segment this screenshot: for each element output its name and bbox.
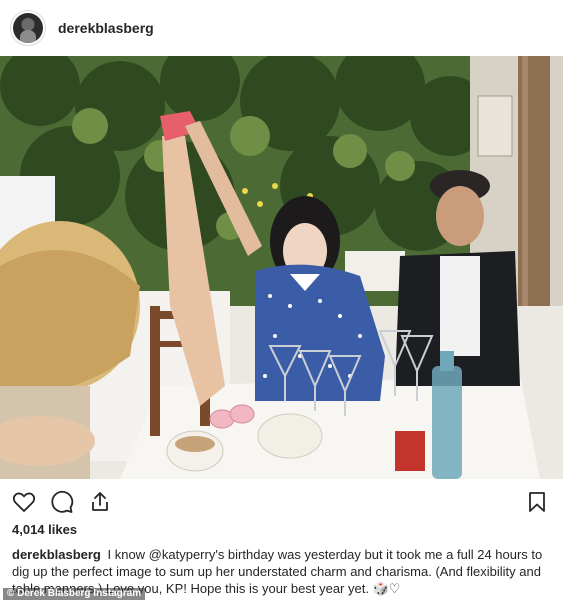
save-button[interactable]: [523, 488, 551, 516]
share-icon: [92, 492, 108, 511]
photo-credit: © Derek Blasberg Instagram: [3, 588, 146, 600]
heart-icon: [12, 492, 36, 512]
avatar[interactable]: [10, 10, 46, 46]
post-username[interactable]: derekblasberg: [58, 20, 154, 36]
photo-illustration: [0, 56, 563, 479]
post-photo[interactable]: [0, 56, 563, 479]
comment-icon: [51, 490, 74, 513]
post-header: derekblasberg: [0, 0, 563, 56]
caption-username[interactable]: derekblasberg: [12, 547, 101, 562]
likes-count[interactable]: 4,014 likes: [12, 522, 77, 537]
bookmark-icon: [529, 492, 545, 512]
profile-avatar-icon: [13, 13, 43, 43]
action-bar: [0, 484, 563, 520]
comment-button[interactable]: [48, 488, 76, 516]
share-button[interactable]: [86, 488, 114, 516]
instagram-post: derekblasberg 4,014 likes derekblasberg …: [0, 0, 563, 600]
like-button[interactable]: [10, 488, 38, 516]
